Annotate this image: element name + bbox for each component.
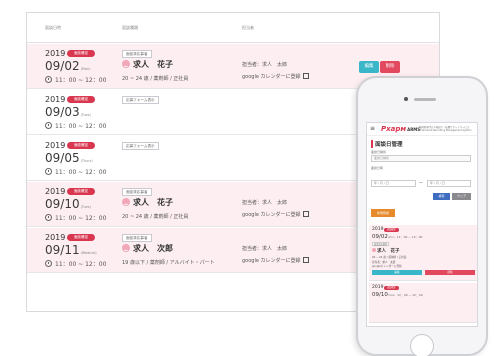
person-in-charge: 担当者：求人 太郎 xyxy=(242,200,288,206)
column-header-type: 面談種類 xyxy=(122,25,138,30)
applicant-meta: 19 歳以下 / 薬剤師 / アルバイト・パート xyxy=(122,260,215,266)
add-new-button[interactable]: 新規登録 xyxy=(371,209,395,217)
row-year: 2019 xyxy=(45,187,66,196)
status-badge: 面談確定 xyxy=(384,228,399,232)
card-year: 2019 xyxy=(372,285,384,290)
column-header-person: 担当者 xyxy=(242,25,254,30)
edit-button[interactable]: 編集 xyxy=(359,61,379,73)
row-time: 11：00 ~ 12：00 xyxy=(45,213,106,222)
hamburger-menu-icon[interactable]: ≡ xyxy=(370,126,375,132)
row-date: 09/02(Mon) xyxy=(45,59,91,73)
smartphone-mockup: ≡ PхармARMS 薬剤師専門の人材紹介・転職サポートサービス Pharma… xyxy=(356,76,488,356)
row-time: 11：00 ~ 12：00 xyxy=(45,121,106,130)
date-range-separator: ～ xyxy=(419,180,423,185)
calendar-icon xyxy=(302,73,309,79)
row-year: 2019 xyxy=(45,141,66,150)
application-form-button[interactable]: 応募フォーム表示 xyxy=(122,142,159,150)
clock-icon xyxy=(45,76,52,83)
date-field-label: 面談日時 xyxy=(371,166,384,170)
status-badge: 面談確定 xyxy=(67,188,95,195)
status-badge: 面談確定 xyxy=(67,96,95,103)
applicant-meta: 20 ~ 24 歳 / 薬剤師 / 正社員 xyxy=(122,214,189,220)
table-header: 面談日時 面談種類 担当者 xyxy=(27,13,439,43)
delete-button[interactable]: 削除 xyxy=(425,270,475,275)
application-form-button[interactable]: 応募フォーム表示 xyxy=(122,96,159,104)
applicant-name: 求人 次郎 xyxy=(122,243,173,254)
smiley-face-icon xyxy=(122,244,130,252)
status-badge: 面談確定 xyxy=(384,286,399,290)
phone-screen: ≡ PхармARMS 薬剤師専門の人材紹介・転職サポートサービス Pharma… xyxy=(366,122,478,327)
calendar-icon xyxy=(302,211,309,217)
clock-icon xyxy=(45,168,52,175)
row-year: 2019 xyxy=(45,233,66,242)
type-select[interactable]: 面談日種別 xyxy=(371,155,471,162)
type-tag: 面談済応募者 xyxy=(122,234,152,242)
card-date: 09/10(Tues) 11：00 ~ 12：00 xyxy=(372,292,423,298)
clear-button[interactable]: クリア xyxy=(452,193,471,200)
column-header-datetime: 面談日時 xyxy=(45,25,61,30)
delete-button[interactable]: 削除 xyxy=(380,61,400,73)
row-year: 2019 xyxy=(45,49,66,58)
type-tag: 面談済応募者 xyxy=(122,188,152,196)
person-in-charge: 担当者：求人 太郎 xyxy=(242,62,288,68)
status-badge: 面談確定 xyxy=(67,142,95,149)
search-button[interactable]: 検索 xyxy=(433,193,450,200)
date-from-input[interactable]: 年 / 月 / 日 xyxy=(371,180,416,187)
brand-logo: PхармARMS xyxy=(381,125,421,133)
clock-icon xyxy=(45,214,52,221)
google-calendar-link[interactable]: google カレンダーに登録 xyxy=(242,257,309,264)
applicant-meta: 20 ~ 24 歳 / 薬剤師 / 正社員 xyxy=(122,76,189,82)
calendar-icon xyxy=(302,257,309,263)
home-button[interactable] xyxy=(410,334,434,356)
smiley-face-icon xyxy=(122,60,130,68)
applicant-name: 求人 花子 xyxy=(122,59,173,70)
edit-button[interactable]: 編集 xyxy=(372,270,422,275)
camera-icon xyxy=(404,97,408,101)
row-date: 09/05(Thurs) xyxy=(45,151,93,165)
row-time: 11：00 ~ 12：00 xyxy=(45,259,106,268)
applicant-meta: 20 ~ 24 歳 / 薬剤師 / 正社員 xyxy=(372,256,407,259)
person-in-charge: 担当者：求人 太郎 xyxy=(242,246,288,252)
row-date: 09/03(Tues) xyxy=(45,105,91,119)
phone-header: ≡ PхармARMS 薬剤師専門の人材紹介・転職サポートサービス Pharma… xyxy=(367,123,477,136)
row-date: 09/10(Tues) xyxy=(45,197,91,211)
google-calendar-link[interactable]: googleカレンダーに登録 xyxy=(372,264,402,268)
card-year: 2019 xyxy=(372,227,384,232)
list-item[interactable]: 2019 面談確定 09/02(Mon) 11：00 ~ 12：00 面談済応募者… xyxy=(369,225,477,281)
row-time: 11：00 ~ 12：00 xyxy=(45,75,106,84)
google-calendar-link[interactable]: google カレンダーに登録 xyxy=(242,73,309,80)
google-calendar-link[interactable]: google カレンダーに登録 xyxy=(242,211,309,218)
applicant-name: 求人 花子 xyxy=(372,248,400,254)
card-date: 09/02(Mon) 11：00 ~ 12：00 xyxy=(372,234,423,240)
type-tag: 面談済応募者 xyxy=(122,50,152,58)
page-title: 面談日管理 xyxy=(371,140,403,148)
clock-icon xyxy=(45,122,52,129)
smiley-face-icon xyxy=(122,198,130,206)
row-year: 2019 xyxy=(45,95,66,104)
type-field-label: 面談日種別 xyxy=(371,150,387,154)
list-item[interactable]: 2019 面談確定 09/10(Tues) 11：00 ~ 12：00 xyxy=(369,283,477,323)
brand-tagline: 薬剤師専門の人材紹介・転職サポートサービス Pharmacist Recruit… xyxy=(419,126,472,132)
row-date: 09/11(Wednes) xyxy=(45,243,97,257)
smiley-face-icon xyxy=(372,248,376,252)
clock-icon xyxy=(45,260,52,267)
date-to-input[interactable]: 年 / 月 / 日 xyxy=(427,180,471,187)
status-badge: 面談確定 xyxy=(67,234,95,241)
type-tag: 面談済応募者 xyxy=(372,242,390,246)
status-badge: 面談確定 xyxy=(67,50,95,57)
applicant-name: 求人 花子 xyxy=(122,197,173,208)
speaker-grille xyxy=(414,98,436,101)
row-time: 11：00 ~ 12：00 xyxy=(45,167,106,176)
